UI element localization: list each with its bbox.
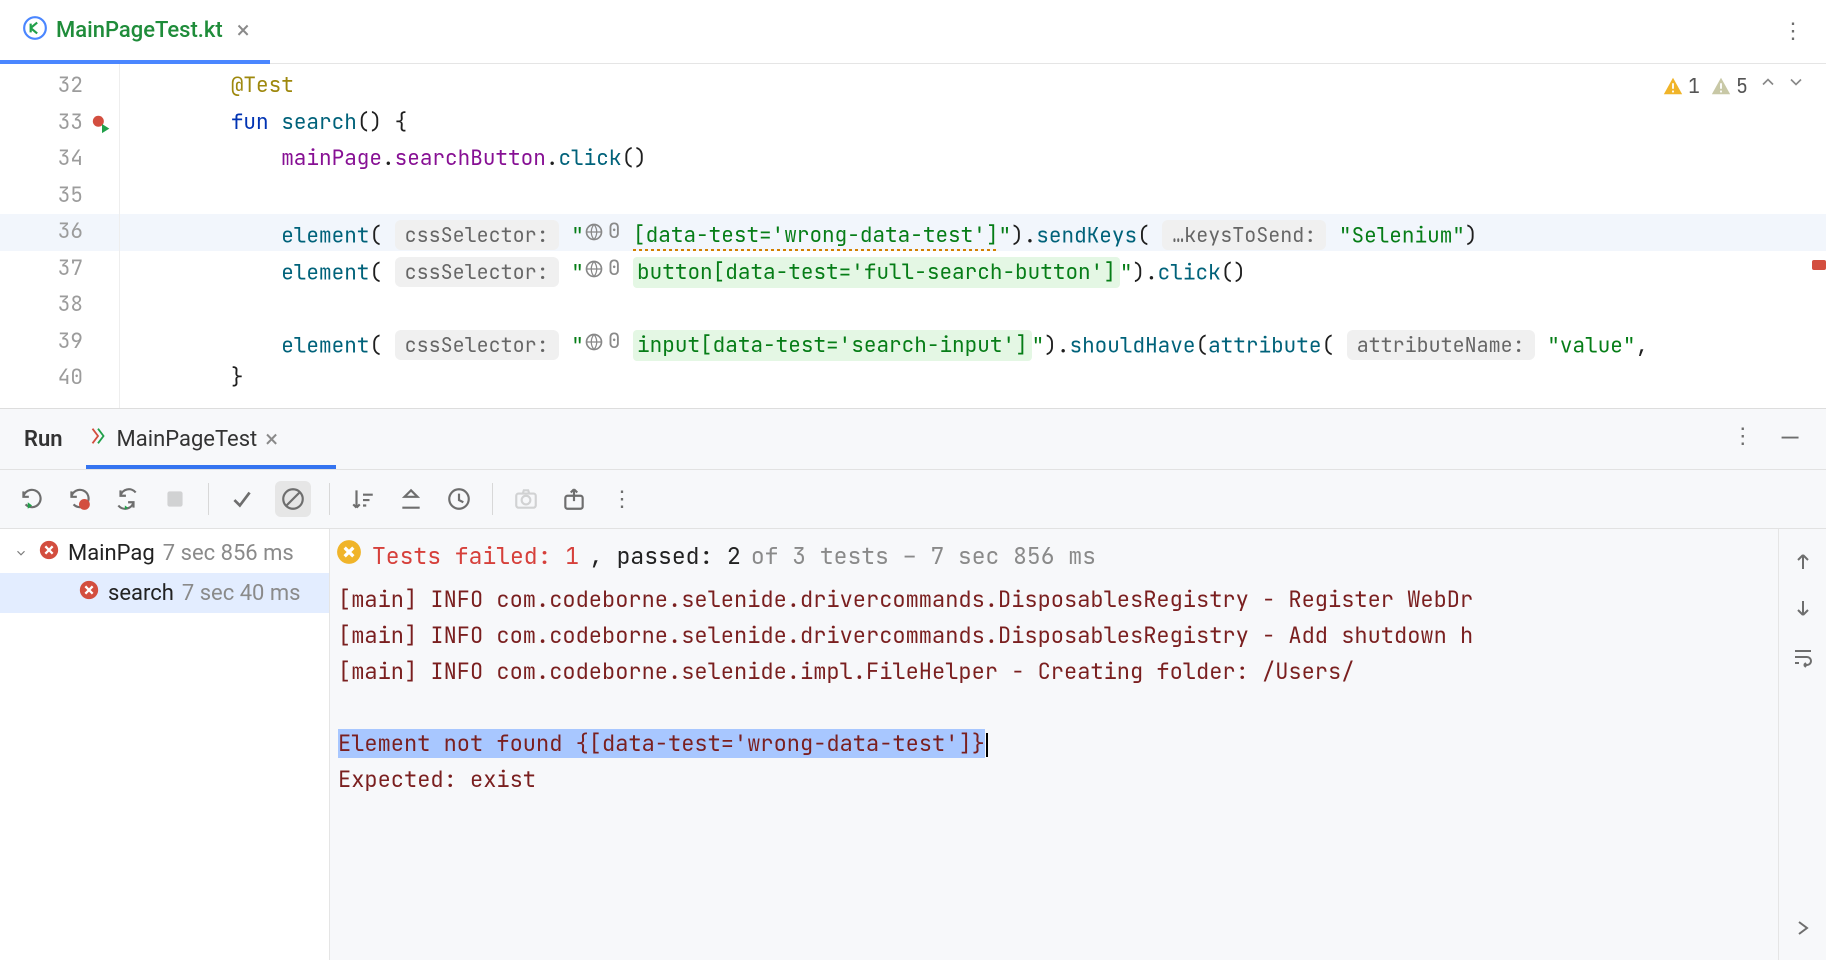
close-icon[interactable]: ×: [231, 16, 256, 44]
run-tab-bar: Run MainPageTest × ⋮ —: [0, 409, 1826, 469]
run-panel-title: Run: [12, 427, 75, 452]
log-error-line: Element not found {[data-test='wrong-dat…: [338, 726, 1778, 762]
run-config-icon: [87, 425, 109, 453]
log-line: [main] INFO com.codeborne.selenide.drive…: [338, 582, 1778, 618]
param-hint: …keysToSend:: [1162, 220, 1326, 250]
error-stripe-mark[interactable]: [1812, 260, 1826, 270]
editor-tab-title: MainPageTest.kt: [56, 18, 223, 43]
text-cursor: [986, 733, 988, 757]
run-more-icon[interactable]: ⋮: [1732, 424, 1754, 454]
scroll-up-icon[interactable]: [1791, 549, 1815, 577]
rerun-icon[interactable]: [16, 484, 46, 514]
rerun-failed-icon[interactable]: [64, 484, 94, 514]
next-highlight-icon[interactable]: [1786, 68, 1806, 105]
code-area[interactable]: 1 5 @Test fun search() { mainPage.search…: [120, 64, 1826, 408]
close-icon[interactable]: ×: [265, 425, 278, 453]
minimize-icon[interactable]: —: [1780, 424, 1800, 454]
param-hint: cssSelector:: [395, 220, 559, 250]
gutter: 32 33 34 35 36 37 38 39 40: [0, 64, 120, 408]
log-line: [main] INFO com.codeborne.selenide.drive…: [338, 618, 1778, 654]
log-error-line: Expected: exist: [338, 762, 1778, 798]
fail-icon: [38, 539, 60, 567]
test-tree-item-search[interactable]: search 7 sec 40 ms: [0, 573, 329, 613]
prev-highlight-icon[interactable]: [1758, 68, 1778, 105]
test-summary: Tests failed: 1, passed: 2 of 3 tests – …: [330, 529, 1778, 582]
next-occurrence-icon[interactable]: [1791, 916, 1815, 944]
param-hint: attributeName:: [1347, 330, 1535, 360]
editor-tab-mainpagetest[interactable]: MainPageTest.kt ×: [8, 0, 270, 63]
run-tab-label: MainPageTest: [117, 427, 258, 452]
stop-icon[interactable]: [160, 484, 190, 514]
kotlin-file-icon: [22, 15, 48, 45]
console-output[interactable]: Tests failed: 1, passed: 2 of 3 tests – …: [330, 529, 1778, 960]
warning-badge-1[interactable]: 1: [1662, 68, 1700, 105]
toolbar-more-icon[interactable]: ⋮: [607, 484, 637, 514]
run-tool-window: Run MainPageTest × ⋮ — ⋮: [0, 408, 1826, 960]
fail-icon: [78, 579, 100, 607]
run-toolbar: ⋮: [0, 469, 1826, 529]
css-inlay-icon[interactable]: 0: [584, 324, 621, 361]
code-editor[interactable]: 32 33 34 35 36 37 38 39 40 1 5: [0, 64, 1826, 408]
css-inlay-icon[interactable]: 0: [584, 251, 621, 288]
css-inlay-icon[interactable]: 0: [584, 214, 621, 251]
editor-more-icon[interactable]: ⋮: [1782, 19, 1804, 44]
test-tree[interactable]: MainPag 7 sec 856 ms search 7 sec 40 ms: [0, 529, 330, 960]
test-history-icon[interactable]: [444, 484, 474, 514]
show-ignored-icon[interactable]: [275, 481, 311, 517]
scroll-down-icon[interactable]: [1791, 597, 1815, 625]
screenshot-icon[interactable]: [511, 484, 541, 514]
chevron-down-icon[interactable]: [12, 546, 30, 560]
editor-tab-bar: MainPageTest.kt × ⋮: [0, 0, 1826, 64]
console-side-toolbar: [1778, 529, 1826, 960]
test-tree-root[interactable]: MainPag 7 sec 856 ms: [0, 533, 329, 573]
run-tab-underline: [86, 465, 336, 469]
summary-fail-icon: [336, 539, 362, 572]
param-hint: cssSelector:: [395, 257, 559, 287]
run-tab-configuration[interactable]: MainPageTest ×: [75, 425, 291, 453]
show-passed-icon[interactable]: [227, 484, 257, 514]
export-icon[interactable]: [559, 484, 589, 514]
warning-badge-2[interactable]: 5: [1710, 68, 1748, 105]
soft-wrap-icon[interactable]: [1791, 645, 1815, 673]
toggle-auto-test-icon[interactable]: [112, 484, 142, 514]
sort-icon[interactable]: [348, 484, 378, 514]
expand-all-icon[interactable]: [396, 484, 426, 514]
param-hint: cssSelector:: [395, 330, 559, 360]
inspection-badges: 1 5: [1662, 68, 1806, 105]
log-line: [main] INFO com.codeborne.selenide.impl.…: [338, 654, 1778, 690]
